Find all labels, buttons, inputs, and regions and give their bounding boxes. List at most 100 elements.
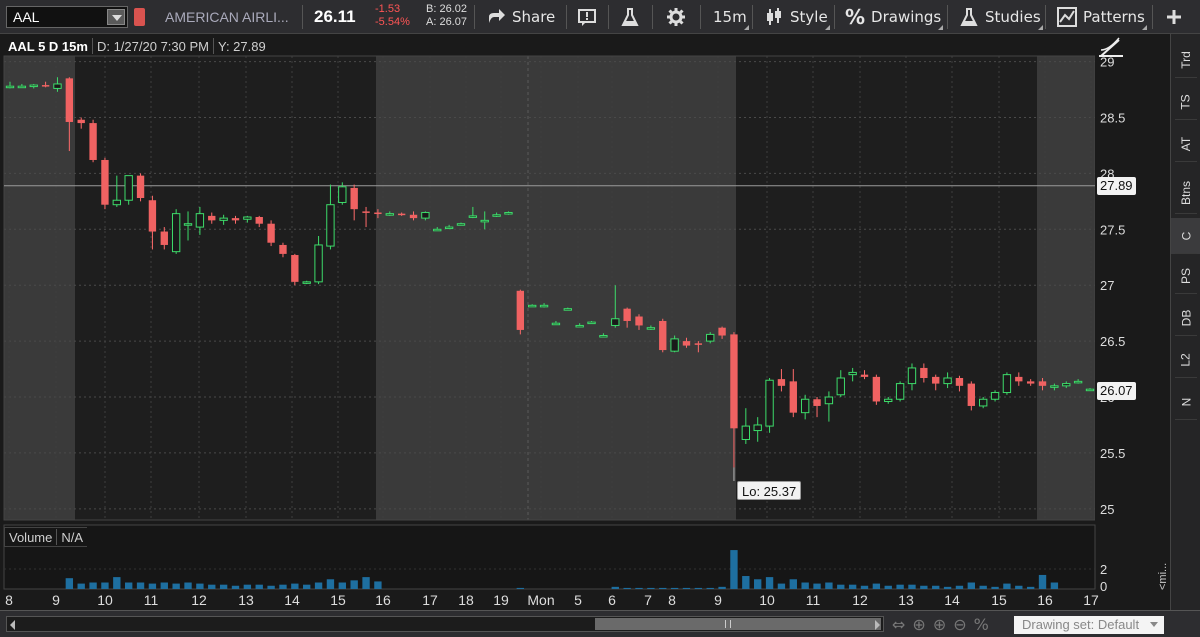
volume-bar — [113, 577, 121, 589]
x-tick-label: Mon — [527, 592, 554, 608]
scroll-right-icon[interactable] — [875, 620, 880, 630]
candle-body — [279, 244, 287, 254]
candle-body — [480, 219, 489, 223]
candle-body — [1015, 376, 1023, 382]
x-tick-label: 10 — [97, 592, 113, 608]
volume-bar — [125, 582, 133, 589]
volume-tick-label: 0 — [1100, 579, 1107, 594]
volume-bar — [219, 584, 228, 589]
candle-body — [255, 217, 263, 224]
tab-n[interactable]: N — [1171, 384, 1200, 420]
volume-header: Volume N/A — [4, 527, 88, 547]
volume-bar — [362, 577, 370, 589]
alert-flag-icon[interactable] — [134, 8, 145, 26]
candle-body — [101, 159, 109, 205]
mini-panel-label[interactable]: <mi... — [1157, 563, 1169, 590]
tab-trd[interactable]: Trd — [1171, 42, 1200, 78]
drawing-set-select[interactable]: Drawing set: Default — [1014, 616, 1164, 634]
tab-ps[interactable]: PS — [1171, 258, 1200, 294]
scroll-left-icon[interactable] — [10, 620, 15, 630]
candle-body — [860, 374, 869, 377]
volume-bar — [1050, 582, 1059, 589]
candle-body — [17, 85, 27, 89]
candle-body — [326, 204, 335, 247]
session-band — [1037, 56, 1095, 520]
volume-bar — [516, 587, 525, 589]
candle-body — [884, 398, 893, 402]
x-tick-label: 6 — [608, 592, 616, 608]
candle-body — [706, 333, 715, 342]
symbol-dropdown-button[interactable] — [107, 9, 125, 25]
crosshair-icon[interactable]: ⊕ — [912, 615, 925, 634]
candle-body — [1085, 388, 1095, 392]
drawing-tool-icon[interactable] — [1099, 36, 1123, 58]
candle-body — [385, 213, 394, 216]
volume-bar — [89, 582, 97, 589]
tab-label: TS — [1179, 94, 1193, 110]
volume-bar — [208, 584, 216, 589]
tab-ts[interactable]: TS — [1171, 84, 1200, 120]
candle-body — [599, 335, 608, 338]
settings-button[interactable] — [666, 0, 692, 34]
candle-body — [29, 84, 38, 88]
tab-at[interactable]: AT — [1171, 126, 1200, 162]
pan-icon[interactable]: ⇔ — [892, 615, 905, 634]
scroll-thumb[interactable] — [595, 618, 881, 630]
tab-label: Btns — [1178, 180, 1193, 206]
volume-bar — [730, 550, 738, 589]
y-tick-label: 28.5 — [1100, 110, 1125, 125]
bottom-bar: ⇔ ⊕ ⊕ ⊖ % Drawing set: Default — [0, 610, 1200, 637]
studies-button[interactable]: Studies — [959, 0, 1043, 34]
price-chart[interactable]: 2928.52827.52726.52625.5252928.52827.527… — [0, 34, 1170, 610]
candle-body — [314, 244, 323, 283]
volume-bar — [884, 585, 892, 589]
candle-body — [824, 396, 834, 405]
candle-body — [231, 218, 240, 221]
tab-l2[interactable]: L2 — [1171, 342, 1200, 378]
add-button[interactable] — [1164, 0, 1190, 34]
crosshair-value: Y: 27.89 — [217, 38, 266, 54]
alert-button[interactable] — [577, 0, 603, 34]
top-toolbar: AAL AMERICAN AIRLI... 26.11 -1.53 -5.54%… — [0, 0, 1200, 34]
candle-body — [112, 199, 121, 206]
volume-bar — [682, 587, 691, 589]
x-tick-label: 13 — [238, 592, 254, 608]
candle-body — [468, 215, 478, 218]
x-tick-label: 16 — [375, 592, 391, 608]
zoom-out-icon[interactable]: ⊖ — [953, 615, 966, 634]
candle-body — [77, 119, 85, 124]
y-tick-label: 26.5 — [1100, 334, 1125, 349]
volume-bar — [670, 587, 679, 589]
share-button[interactable]: Share — [486, 0, 555, 34]
candle-body — [551, 322, 561, 326]
tab-label: PS — [1178, 267, 1193, 285]
symbol-input[interactable]: AAL — [6, 6, 128, 28]
candle-body — [920, 367, 928, 379]
style-button[interactable]: Style — [764, 0, 830, 34]
volume-bar — [872, 583, 881, 589]
volume-bar — [955, 585, 964, 589]
chart-area[interactable]: 2928.52827.52726.52625.5252928.52827.527… — [0, 34, 1170, 610]
volume-bar — [623, 587, 631, 589]
patterns-button[interactable]: Patterns — [1057, 0, 1147, 34]
y-tick-label: 27.5 — [1100, 222, 1125, 237]
x-tick-label: 10 — [759, 592, 775, 608]
candle-body — [53, 83, 62, 89]
volume-bar — [754, 579, 762, 589]
horizontal-scrollbar[interactable] — [6, 616, 884, 632]
x-tick-label: 17 — [422, 592, 438, 608]
zoom-in-icon[interactable]: ⊕ — [933, 615, 946, 634]
tab-c[interactable]: C — [1171, 218, 1200, 254]
tab-db[interactable]: DB — [1171, 300, 1200, 336]
lab-button[interactable] — [620, 0, 646, 34]
x-tick-label: 14 — [944, 592, 960, 608]
volume-bar — [860, 585, 869, 589]
tab-btns[interactable]: Btns — [1171, 172, 1200, 214]
low-price-label: Lo: 25.37 — [737, 481, 802, 500]
patterns-label: Patterns — [1083, 8, 1145, 26]
x-tick-label: 11 — [144, 592, 159, 608]
timeframe-button[interactable]: 15m — [713, 0, 749, 34]
percent-icon[interactable]: % — [974, 615, 989, 634]
tab-label: Trd — [1179, 51, 1193, 69]
drawings-button[interactable]: % Drawings — [845, 0, 944, 34]
